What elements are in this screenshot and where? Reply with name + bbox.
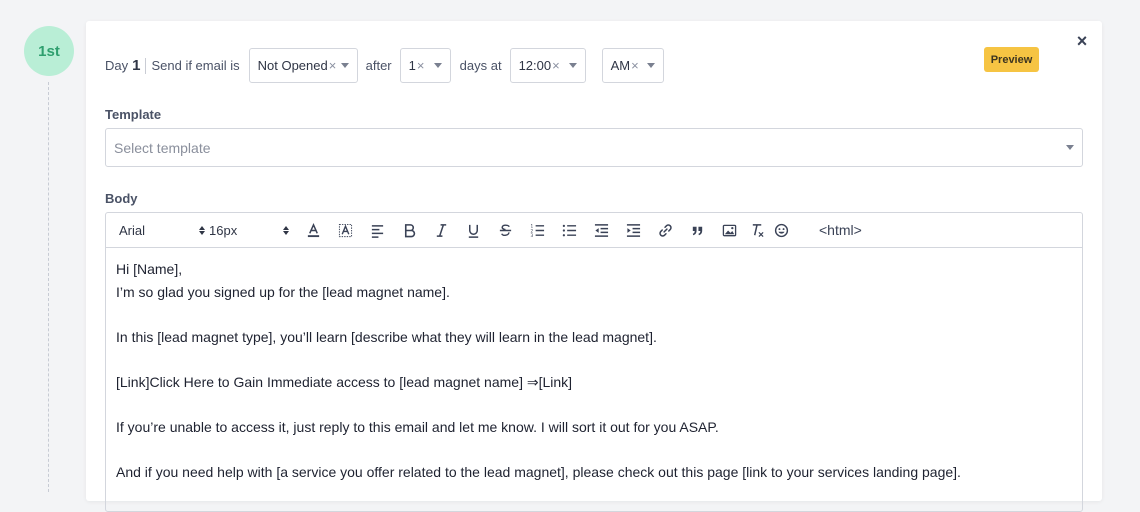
body-line <box>116 348 1072 371</box>
clear-time-icon[interactable]: × <box>552 58 560 73</box>
send-if-label: Send if email is <box>151 58 240 73</box>
font-size-select[interactable]: 16px <box>209 223 289 238</box>
body-line <box>116 303 1072 326</box>
email-step-card: × Day 1 Send if email is Not Opened × af… <box>86 21 1102 512</box>
body-line: Hi [Name], <box>116 261 183 277</box>
email-status-value: Not Opened <box>257 58 328 73</box>
template-select[interactable]: Select template <box>105 128 1083 167</box>
days-select[interactable]: 1 × <box>399 48 451 83</box>
time-select[interactable]: 12:00 × <box>509 48 586 83</box>
template-label: Template <box>105 107 162 122</box>
preview-button[interactable]: Preview <box>984 47 1039 72</box>
svg-text:3: 3 <box>530 233 533 238</box>
body-line: In this [lead magnet type], you’ll learn… <box>116 328 657 345</box>
email-status-select[interactable]: Not Opened × <box>248 48 358 83</box>
send-condition-row: Day 1 Send if email is Not Opened × afte… <box>105 48 664 83</box>
clear-ampm-icon[interactable]: × <box>631 58 639 73</box>
days-value: 1 <box>408 58 416 73</box>
day-label: Day <box>105 58 129 73</box>
html-source-button[interactable]: <html> <box>819 222 862 238</box>
updown-icon <box>199 225 205 235</box>
body-line <box>116 394 1072 417</box>
step-badge: 1st <box>24 26 74 76</box>
italic-icon[interactable] <box>425 219 457 241</box>
body-line: And if you need help with [a service you… <box>116 464 961 481</box>
emoji-icon[interactable] <box>769 219 793 241</box>
day-number: 1 <box>132 57 141 74</box>
chevron-down-icon <box>433 63 442 68</box>
font-size-value: 16px <box>209 222 238 238</box>
underline-icon[interactable] <box>457 219 489 241</box>
font-family-value: Arial <box>119 222 146 238</box>
chevron-down-icon <box>646 63 655 68</box>
bold-icon[interactable] <box>393 219 425 241</box>
body-line <box>116 439 1072 462</box>
quote-icon[interactable] <box>681 219 713 241</box>
clear-formatting-icon[interactable] <box>745 219 769 241</box>
chevron-down-icon <box>1066 145 1074 150</box>
step-label: 1st <box>38 42 60 60</box>
timeline-connector <box>48 82 49 492</box>
highlight-color-icon[interactable] <box>329 219 361 241</box>
body-line: I’m so glad you signed up for the [lead … <box>116 283 450 300</box>
strikethrough-icon[interactable] <box>489 219 521 241</box>
close-button[interactable]: × <box>1072 31 1092 51</box>
after-label: after <box>365 58 392 73</box>
chevron-down-icon <box>340 63 349 68</box>
days-at-label: days at <box>459 58 502 73</box>
body-line: [Link]Click Here to Gain Immediate acces… <box>116 373 573 390</box>
updown-icon <box>283 225 289 235</box>
link-icon[interactable] <box>649 219 681 241</box>
divider <box>145 57 147 74</box>
align-left-icon[interactable] <box>361 219 393 241</box>
indent-icon[interactable] <box>617 219 649 241</box>
text-color-icon[interactable] <box>297 219 329 241</box>
ampm-select[interactable]: AM × <box>601 48 664 83</box>
template-placeholder: Select template <box>114 139 211 156</box>
chevron-down-icon <box>568 63 577 68</box>
clear-status-icon[interactable]: × <box>329 58 337 73</box>
ampm-value: AM <box>610 58 631 73</box>
ordered-list-icon[interactable]: 123 <box>521 219 553 241</box>
body-line: If you’re unable to access it, just repl… <box>116 419 719 436</box>
email-body-content[interactable]: Hi [Name], I’m so glad you signed up for … <box>106 248 1082 494</box>
bullet-list-icon[interactable] <box>553 219 585 241</box>
editor-toolbar: Arial 16px 1 2 3 <html> <box>106 213 1082 248</box>
body-editor: Arial 16px 1 2 3 <html> Hi [Name], I’m s… <box>105 212 1083 512</box>
image-icon[interactable] <box>713 219 745 241</box>
clear-days-icon[interactable]: × <box>417 58 425 73</box>
outdent-icon[interactable] <box>585 219 617 241</box>
font-family-select[interactable]: Arial <box>119 223 205 238</box>
time-value: 12:00 <box>518 58 552 73</box>
body-label: Body <box>105 191 138 206</box>
